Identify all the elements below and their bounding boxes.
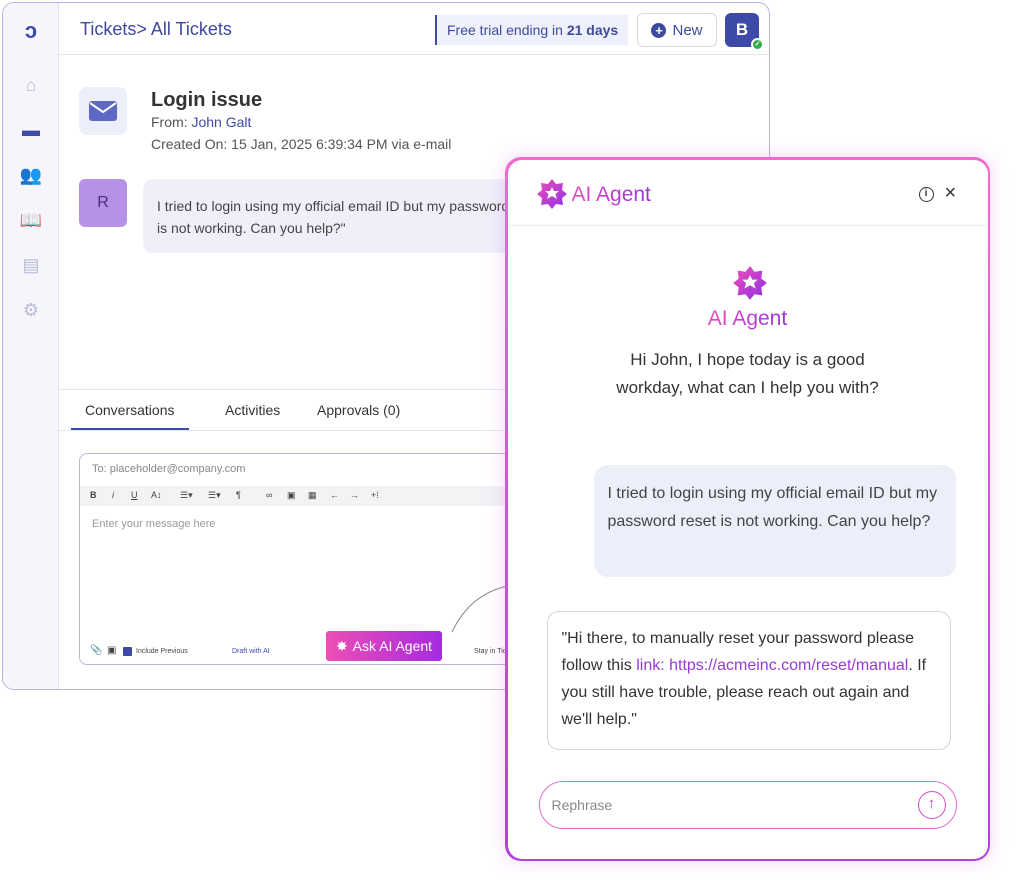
ticket-icon[interactable]: ▬ [19,118,43,142]
ai-center-title: AI Agent [508,307,988,331]
email-icon [79,87,127,135]
ai-star-icon: ✸ [335,637,348,654]
rephrase-input[interactable]: Rephrase ↑ [538,780,957,829]
ticket-created: Created On: 15 Jan, 2025 6:39:34 PM via … [151,136,452,152]
info-icon[interactable]: i [918,186,934,202]
ai-agent-center-logo-icon [732,265,767,300]
message-input[interactable]: Enter your message here [92,518,216,530]
home-icon[interactable]: ⌂ [19,73,43,97]
ordered-list-icon[interactable]: ☰▾ [180,490,193,501]
user-message-bubble: I tried to login using my official email… [593,464,956,577]
undo-icon[interactable]: ← [330,490,339,500]
sidebar: ↄ ⌂ ▬ 👥 📖 ▤ ⚙ [3,3,59,689]
knowledge-base-icon[interactable]: 📖 [19,208,43,232]
bold-icon[interactable]: B [90,490,97,500]
ticket-from: From: John Galt [151,114,251,130]
tab-activities[interactable]: Activities [225,402,280,418]
from-name[interactable]: John Galt [191,114,251,130]
tab-approvals[interactable]: Approvals (0) [317,402,400,418]
ai-agent-panel: AI Agent i × AI Agent Hi John, I hope to… [505,157,990,861]
ai-center-title-text: AI Agent [707,306,788,330]
ai-reply-bubble: "Hi there, to manually reset your passwo… [546,610,951,750]
include-previous-checkbox[interactable] [123,647,132,656]
include-previous-label: Include Previous [136,648,188,655]
reply-editor: To: placeholder@company.com B i U A↕ ☰▾ … [79,453,549,665]
ask-ai-agent-button[interactable]: ✸ Ask AI Agent [326,631,442,661]
requester-avatar: R [79,179,127,227]
link-icon[interactable]: ∞ [266,490,272,500]
logo-icon[interactable]: ↄ [19,18,43,43]
contacts-icon[interactable]: 👥 [19,163,43,187]
table-icon[interactable]: ▦ [308,490,317,501]
ai-greeting: Hi John, I hope today is a good workday,… [508,346,988,402]
online-check-icon: ✓ [751,38,764,51]
redo-icon[interactable]: → [350,490,359,500]
avatar[interactable]: B ✓ [725,13,764,51]
font-size-icon[interactable]: A↕ [151,490,162,500]
close-icon[interactable]: × [945,182,957,205]
trial-banner: Free trial ending in 21 days [435,15,629,45]
ai-panel-header: AI Agent i × [507,160,988,226]
settings-icon[interactable]: ⚙ [19,298,43,322]
underline-icon[interactable]: U [131,490,138,500]
ask-ai-label: Ask AI Agent [352,638,433,654]
send-arrow-icon[interactable]: ↑ [917,790,946,819]
breadcrumb[interactable]: Tickets> All Tickets [80,19,232,40]
connector-curve [451,585,509,633]
formatting-toolbar: B i U A↕ ☰▾ ☰▾ ¶ ∞ ▣ ▦ ← → +⁞ [80,486,548,506]
ai-agent-logo-icon [536,178,567,209]
trial-days: 21 days [566,22,619,38]
italic-icon[interactable]: i [112,490,114,500]
reports-icon[interactable]: ▤ [19,253,43,277]
new-label: New [672,21,703,39]
avatar-initial: B [735,20,749,39]
header: Tickets> All Tickets Free trial ending i… [59,3,769,55]
from-label: From: [151,114,192,130]
paragraph-icon[interactable]: ¶ [236,490,241,500]
ai-greeting-text: Hi John, I hope today is a good workday,… [616,349,879,397]
ticket-message: I tried to login using my official email… [143,179,563,253]
rephrase-placeholder: Rephrase [551,796,613,813]
draft-with-ai-button[interactable]: Draft with AI [232,648,270,655]
trial-text: Free trial ending in [447,22,567,38]
media-icon[interactable]: ▣ [107,645,116,656]
more-icon[interactable]: +⁞ [371,490,379,500]
bullet-list-icon[interactable]: ☰▾ [208,490,221,501]
tab-conversations[interactable]: Conversations [71,402,189,430]
to-field[interactable]: To: placeholder@company.com [92,463,245,475]
attachment-icon[interactable]: 📎 [90,645,102,656]
image-icon[interactable]: ▣ [287,490,296,501]
reset-link[interactable]: link: https://acmeinc.com/reset/manual [636,657,908,674]
ticket-title: Login issue [151,89,263,111]
new-button[interactable]: + New [637,13,717,47]
plus-icon: + [651,22,667,38]
ai-panel-title: AI Agent [571,182,651,206]
